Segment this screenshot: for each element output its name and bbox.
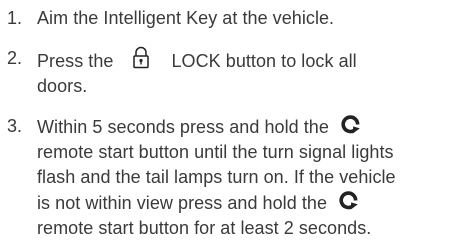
step-2-text-before-icon: Press the: [37, 51, 114, 71]
lock-icon: [131, 46, 151, 69]
remote-start-icon: [338, 190, 360, 210]
step-3-line-2: remote start button until the turn signa…: [37, 142, 394, 162]
step-number: 1.: [7, 8, 23, 28]
step-1: 1. Aim the Intelligent Key at the vehicl…: [4, 6, 459, 31]
remote-start-icon: [340, 114, 362, 134]
step-3-line-4: is not within view press and hold the: [37, 190, 459, 216]
steps-list: 1. Aim the Intelligent Key at the vehicl…: [4, 6, 459, 241]
step-3-line-3: flash and the tail lamps turn on. If the…: [37, 167, 396, 187]
step-3-line-1: Within 5 seconds press and hold the: [37, 114, 459, 140]
step-2-line-2: doors.: [37, 76, 88, 96]
step-3-text-before-icon-2: is not within view press and hold the: [37, 193, 328, 213]
step-text: Aim the Intelligent Key at the vehicle.: [37, 6, 459, 31]
step-text: Press the LOCK button to lock all doors.: [37, 46, 459, 99]
step-text: Within 5 seconds press and hold the remo…: [37, 114, 459, 241]
step-1-line-1: Aim the Intelligent Key at the vehicle.: [37, 8, 335, 28]
instruction-document: 1. Aim the Intelligent Key at the vehicl…: [0, 0, 463, 250]
step-number: 3.: [7, 116, 23, 136]
step-2-text-after-icon: LOCK button to lock all: [171, 51, 357, 71]
step-3-line-5: remote start button for at least 2 secon…: [37, 218, 372, 238]
step-2-line-1: Press the LOCK button to lock all: [37, 46, 459, 74]
step-number: 2.: [7, 48, 23, 68]
step-2: 2. Press the LOCK button to lock all doo…: [4, 46, 459, 99]
step-3-text-before-icon: Within 5 seconds press and hold the: [37, 117, 329, 137]
step-3: 3. Within 5 seconds press and hold the r…: [4, 114, 459, 241]
